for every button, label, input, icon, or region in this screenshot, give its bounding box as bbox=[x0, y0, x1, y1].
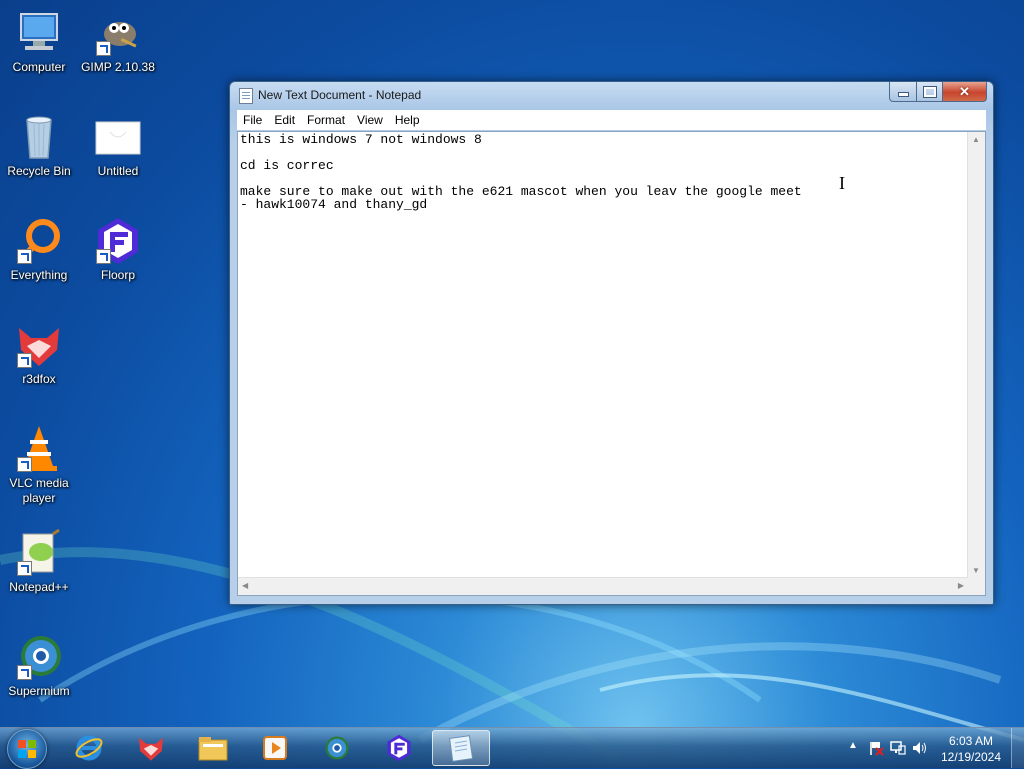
desktop-icon-label: r3dfox bbox=[22, 372, 56, 386]
horizontal-scrollbar[interactable]: ◀ ▶ bbox=[238, 577, 968, 595]
vertical-scrollbar[interactable]: ▲ ▼ bbox=[967, 132, 985, 578]
menu-edit[interactable]: Edit bbox=[268, 113, 301, 127]
desktop-icon-label: Computer bbox=[12, 60, 66, 74]
vlc-cone-icon bbox=[13, 424, 65, 474]
title-bar[interactable]: New Text Document - Notepad ✕ bbox=[230, 82, 993, 108]
menu-view[interactable]: View bbox=[351, 113, 389, 127]
scroll-left-icon[interactable]: ◀ bbox=[242, 581, 248, 590]
window-controls: ✕ bbox=[889, 82, 987, 102]
desktop-icon-floorp[interactable]: Floorp bbox=[79, 216, 157, 283]
computer-icon bbox=[13, 8, 65, 58]
menu-help[interactable]: Help bbox=[389, 113, 426, 127]
taskbar-notepad[interactable] bbox=[432, 730, 490, 766]
maximize-icon bbox=[922, 85, 937, 98]
notepad-plus-plus-icon bbox=[13, 528, 65, 578]
menu-format[interactable]: Format bbox=[301, 113, 351, 127]
taskbar-supermium[interactable] bbox=[310, 730, 364, 766]
minimize-button[interactable] bbox=[889, 82, 917, 102]
shortcut-arrow-icon bbox=[96, 249, 111, 264]
taskbar-explorer[interactable] bbox=[186, 730, 240, 766]
media-player-icon bbox=[263, 736, 287, 760]
volume-icon[interactable] bbox=[912, 740, 928, 759]
desktop-icon-label: Notepad++ bbox=[9, 580, 69, 594]
shortcut-arrow-icon bbox=[96, 41, 111, 56]
close-button[interactable]: ✕ bbox=[943, 82, 987, 102]
clock-time: 6:03 AM bbox=[948, 734, 994, 748]
shortcut-arrow-icon bbox=[17, 353, 32, 368]
scroll-right-icon[interactable]: ▶ bbox=[958, 581, 964, 590]
notepad-icon bbox=[449, 735, 474, 762]
minimize-icon bbox=[897, 92, 909, 97]
desktop-icon-vlc[interactable]: VLC media player bbox=[0, 424, 78, 506]
gimp-icon bbox=[92, 8, 144, 58]
r3dfox-icon bbox=[139, 737, 163, 761]
window-title: New Text Document - Notepad bbox=[258, 88, 422, 102]
maximize-button[interactable] bbox=[917, 82, 943, 102]
desktop-icon-label: GIMP 2.10.38 bbox=[81, 60, 155, 74]
floorp-icon bbox=[387, 734, 411, 762]
clock-date: 12/19/2024 bbox=[940, 750, 1002, 764]
shortcut-arrow-icon bbox=[17, 665, 32, 680]
desktop-icon-label: VLC media player bbox=[9, 476, 69, 505]
desktop-icon-notepad-plus-plus[interactable]: Notepad++ bbox=[0, 528, 78, 595]
network-icon[interactable] bbox=[890, 740, 906, 759]
internet-explorer-icon bbox=[75, 735, 103, 761]
text-editor[interactable]: this is windows 7 not windows 8 cd is co… bbox=[237, 131, 986, 596]
desktop-icon-gimp[interactable]: GIMP 2.10.38 bbox=[79, 8, 157, 75]
shortcut-arrow-icon bbox=[17, 457, 32, 472]
desktop-icon-label: Floorp bbox=[100, 268, 135, 282]
desktop-icon-label: Recycle Bin bbox=[7, 164, 71, 178]
windows-logo-icon bbox=[18, 740, 36, 758]
taskbar-media-player[interactable] bbox=[248, 730, 302, 766]
show-desktop-button[interactable] bbox=[1011, 728, 1024, 768]
system-tray: ▲ 6:03 AM 12/19/2024 bbox=[834, 728, 1024, 768]
floorp-icon bbox=[92, 216, 144, 266]
everything-search-icon bbox=[13, 216, 65, 266]
image-file-icon bbox=[92, 112, 144, 162]
recycle-bin-icon bbox=[13, 112, 65, 162]
shortcut-arrow-icon bbox=[17, 249, 32, 264]
desktop-icon-r3dfox[interactable]: r3dfox bbox=[0, 320, 78, 387]
taskbar-internet-explorer[interactable] bbox=[62, 730, 116, 766]
desktop-icon-recycle-bin[interactable]: Recycle Bin bbox=[0, 112, 78, 179]
shortcut-arrow-icon bbox=[17, 561, 32, 576]
start-button[interactable] bbox=[7, 729, 47, 769]
desktop-icon-untitled[interactable]: Untitled bbox=[79, 112, 157, 179]
scroll-up-icon[interactable]: ▲ bbox=[972, 135, 980, 144]
explorer-folder-icon bbox=[198, 737, 228, 761]
desktop-icon-computer[interactable]: Computer bbox=[0, 8, 78, 75]
scroll-down-icon[interactable]: ▼ bbox=[972, 566, 980, 575]
notepad-window[interactable]: New Text Document - Notepad ✕ File Edit … bbox=[229, 81, 994, 605]
r3dfox-icon bbox=[13, 320, 65, 370]
supermium-icon bbox=[325, 736, 349, 760]
taskbar-r3dfox[interactable] bbox=[124, 730, 178, 766]
close-icon: ✕ bbox=[959, 83, 970, 99]
supermium-icon bbox=[13, 632, 65, 682]
show-hidden-icons-icon[interactable]: ▲ bbox=[848, 740, 858, 751]
notepad-app-icon bbox=[239, 88, 253, 104]
action-center-flag-icon[interactable] bbox=[868, 740, 884, 759]
desktop-icon-label: Untitled bbox=[97, 164, 139, 178]
text-cursor-icon: I bbox=[839, 173, 845, 193]
menu-bar: File Edit Format View Help bbox=[237, 110, 986, 130]
scrollbar-corner bbox=[968, 578, 985, 595]
desktop-icon-label: Supermium bbox=[8, 684, 70, 698]
taskbar-floorp[interactable] bbox=[372, 730, 426, 766]
desktop-icon-label: Everything bbox=[10, 268, 68, 282]
menu-file[interactable]: File bbox=[237, 113, 268, 127]
desktop-icon-everything[interactable]: Everything bbox=[0, 216, 78, 283]
desktop-icon-supermium[interactable]: Supermium bbox=[0, 632, 78, 699]
clock[interactable]: 6:03 AM 12/19/2024 bbox=[936, 733, 1006, 765]
taskbar: ▲ 6:03 AM 12/19/2024 bbox=[0, 727, 1024, 769]
document-text[interactable]: this is windows 7 not windows 8 cd is co… bbox=[240, 132, 967, 577]
